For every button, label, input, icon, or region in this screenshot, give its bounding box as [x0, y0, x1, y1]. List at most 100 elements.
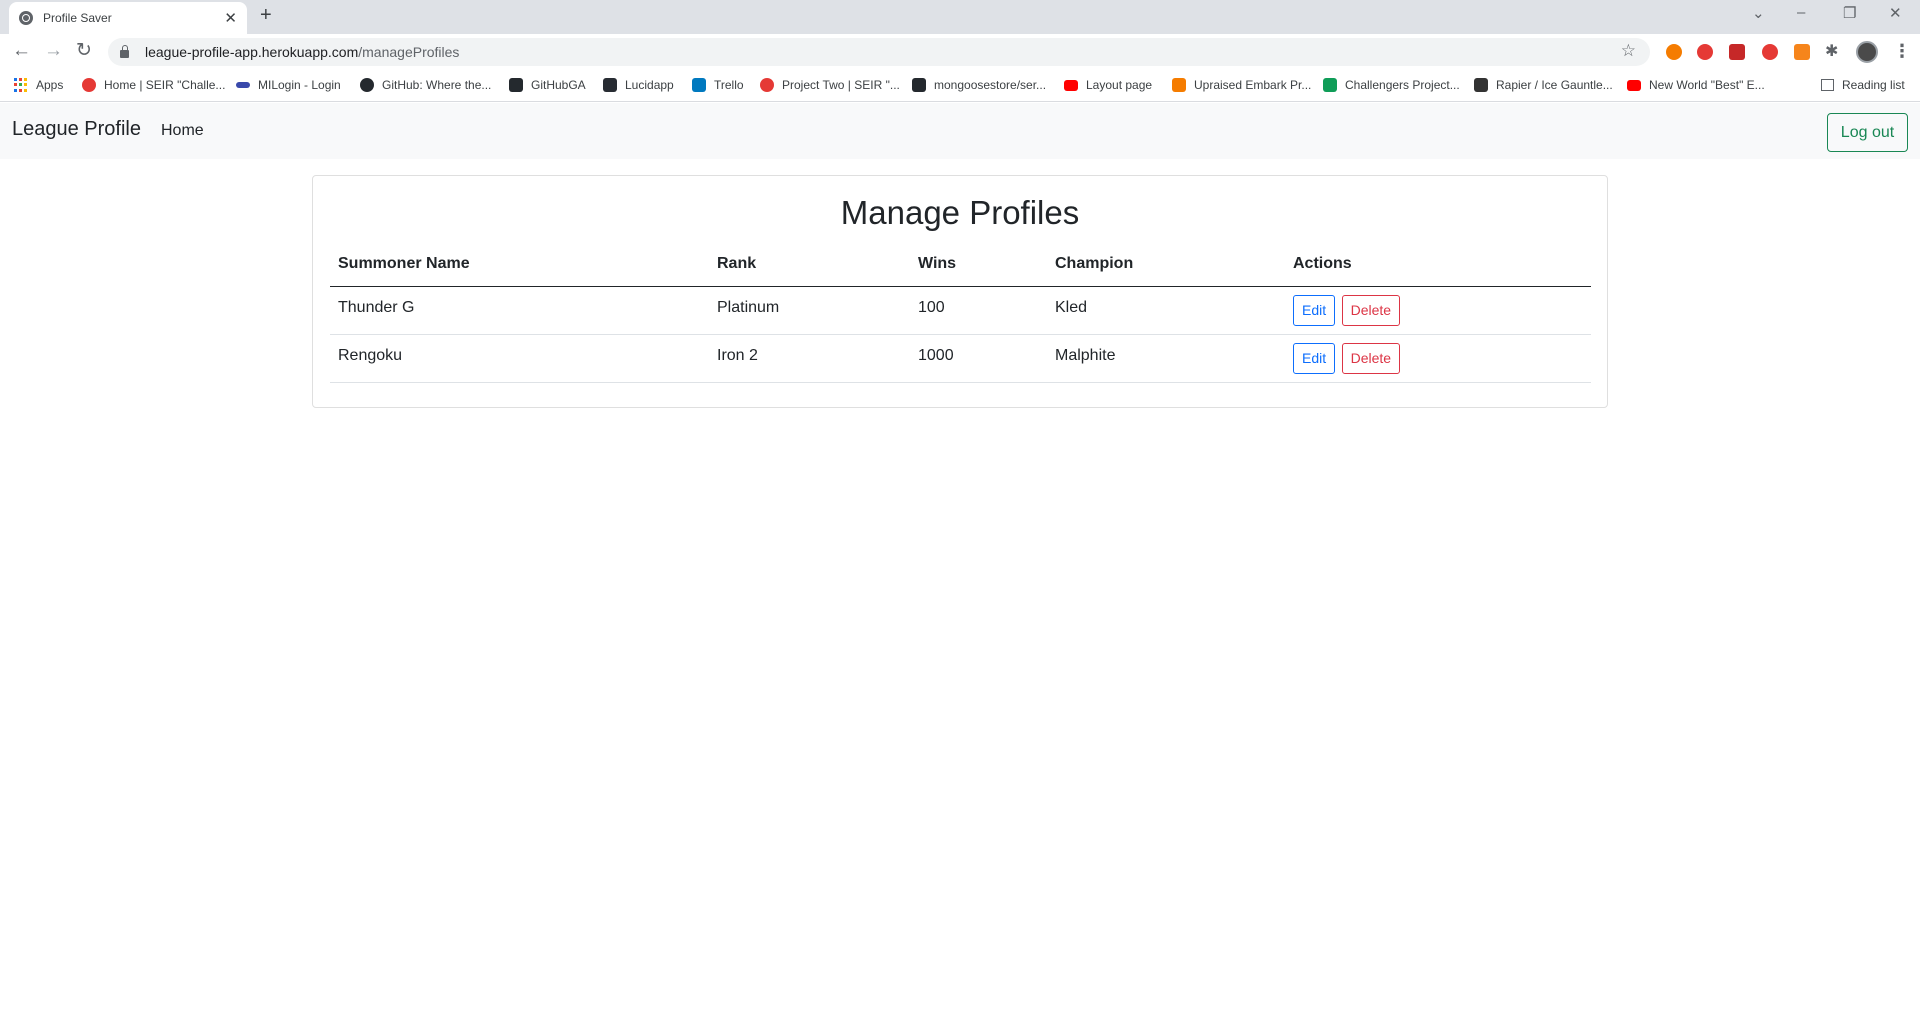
browser-tab[interactable]: Profile Saver ✕ [9, 2, 247, 34]
bookmark-item[interactable]: New World "Best" E... [1627, 78, 1765, 92]
extension-icon-2[interactable] [1697, 44, 1713, 60]
column-header-summoner-name: Summoner Name [330, 244, 709, 287]
bookmark-item[interactable]: mongoosestore/ser... [912, 78, 1046, 92]
bookmarks-bar: Apps Home | SEIR "Challe... MILogin - Lo… [0, 70, 1920, 102]
extensions-puzzle-icon[interactable]: ✱ [1825, 42, 1838, 62]
page-title: Manage Profiles [840, 194, 1080, 231]
sheets-icon [1323, 78, 1337, 92]
bookmark-label: Apps [36, 78, 64, 92]
bookmark-label: Upraised Embark Pr... [1194, 78, 1312, 92]
reload-icon[interactable]: ↻ [76, 41, 92, 61]
delete-button[interactable]: Delete [1341, 294, 1401, 326]
metamask-icon[interactable] [1794, 44, 1810, 60]
lucid-icon [603, 78, 617, 92]
bookmark-label: Project Two | SEIR "... [782, 78, 900, 92]
bookmark-label: mongoosestore/ser... [934, 78, 1047, 92]
back-icon[interactable]: ← [12, 41, 31, 61]
bookmark-favicon-icon [82, 78, 96, 92]
bookmark-star-icon[interactable]: ☆ [1621, 41, 1636, 61]
new-tab-icon[interactable]: + [260, 4, 272, 27]
nav-home-link[interactable]: Home [161, 122, 204, 140]
github-icon [912, 78, 926, 92]
bookmark-item[interactable]: Home | SEIR "Challe... [82, 78, 225, 92]
bookmark-item[interactable]: Lucidapp [603, 78, 674, 92]
browser-menu-icon[interactable]: ⋮ [1893, 41, 1911, 62]
tab-search-icon[interactable]: ⌄ [1752, 4, 1765, 22]
wins-cell: 100 [910, 286, 1047, 335]
profiles-card: Manage Profiles Summoner Name Rank Wins … [312, 175, 1608, 408]
url-host: league-profile-app.herokuapp.com [145, 44, 359, 60]
profile-avatar[interactable] [1856, 41, 1878, 63]
wins-cell: 1000 [910, 334, 1047, 383]
url-path: /manageProfiles [358, 44, 460, 60]
bookmark-favicon-icon [760, 78, 774, 92]
brand-link[interactable]: League Profile [12, 118, 141, 141]
minimize-icon[interactable]: – [1797, 4, 1805, 21]
bookmark-label: Lucidapp [625, 78, 674, 92]
summoner-name-cell: Rengoku [330, 334, 709, 383]
extension-icon-1[interactable] [1666, 44, 1682, 60]
bookmark-label: MILogin - Login [258, 78, 341, 92]
bookmark-item[interactable]: Layout page [1064, 78, 1152, 92]
table-row: Thunder G Platinum 100 Kled Edit Delete [330, 286, 1591, 335]
extension-icon-4[interactable] [1762, 44, 1778, 60]
lock-icon [120, 45, 129, 58]
reading-list-icon [1821, 79, 1834, 91]
bookmark-label: Home | SEIR "Challe... [104, 78, 226, 92]
bookmark-item[interactable]: MILogin - Login [236, 78, 341, 92]
edit-button[interactable]: Edit [1293, 342, 1336, 374]
column-header-champion: Champion [1047, 244, 1285, 287]
forward-icon[interactable]: → [44, 41, 63, 61]
trello-icon [692, 78, 706, 92]
bookmark-item[interactable]: Rapier / Ice Gauntle... [1474, 78, 1613, 92]
bookmark-favicon-icon [1474, 78, 1488, 92]
github-icon [360, 78, 374, 92]
close-window-icon[interactable]: ✕ [1889, 4, 1902, 22]
bookmark-item[interactable]: GitHubGA [509, 78, 586, 92]
github-icon [509, 78, 523, 92]
browser-toolbar: ← → ↻ league-profile-app.herokuapp.com/m… [0, 34, 1920, 70]
browser-tab-strip: Profile Saver ✕ + ⌄ – ❐ ✕ [0, 0, 1920, 34]
tab-title: Profile Saver [43, 11, 112, 25]
edit-button[interactable]: Edit [1293, 294, 1336, 326]
delete-button[interactable]: Delete [1341, 342, 1401, 374]
bookmark-label: Rapier / Ice Gauntle... [1496, 78, 1613, 92]
address-bar[interactable]: league-profile-app.herokuapp.com/manageP… [108, 38, 1650, 66]
tab-close-icon[interactable]: ✕ [224, 9, 237, 27]
column-header-wins: Wins [910, 244, 1047, 287]
bookmark-label: Trello [714, 78, 744, 92]
actions-cell: Edit Delete [1285, 286, 1591, 335]
profiles-table: Summoner Name Rank Wins Champion Actions… [330, 244, 1591, 383]
bookmark-label: GitHub: Where the... [382, 78, 492, 92]
bookmark-label: GitHubGA [531, 78, 586, 92]
bookmark-label: Layout page [1086, 78, 1153, 92]
logout-button[interactable]: Log out [1827, 113, 1908, 152]
champion-cell: Kled [1047, 286, 1285, 335]
bookmark-item[interactable]: Trello [692, 78, 744, 92]
bookmark-item[interactable]: Upraised Embark Pr... [1172, 78, 1311, 92]
bookmark-item[interactable]: Challengers Project... [1323, 78, 1460, 92]
extension-icon-3[interactable] [1729, 44, 1745, 60]
champion-cell: Malphite [1047, 334, 1285, 383]
bookmark-item[interactable]: GitHub: Where the... [360, 78, 491, 92]
rank-cell: Platinum [709, 286, 910, 335]
bookmark-item[interactable]: Project Two | SEIR "... [760, 78, 900, 92]
reading-list[interactable]: Reading list [1821, 78, 1905, 92]
rank-cell: Iron 2 [709, 334, 910, 383]
youtube-icon [1064, 79, 1078, 91]
app-navbar: League Profile Home Log out [0, 103, 1920, 159]
table-row: Rengoku Iron 2 1000 Malphite Edit Delete [330, 334, 1591, 383]
bookmark-favicon-icon [1172, 78, 1186, 92]
key-icon [236, 82, 250, 88]
actions-cell: Edit Delete [1285, 334, 1591, 383]
summoner-name-cell: Thunder G [330, 286, 709, 335]
column-header-actions: Actions [1285, 244, 1591, 287]
reading-list-label: Reading list [1842, 78, 1905, 92]
bookmark-apps[interactable]: Apps [14, 78, 63, 92]
restore-icon[interactable]: ❐ [1843, 4, 1856, 22]
apps-grid-icon [14, 78, 28, 92]
table-header-row: Summoner Name Rank Wins Champion Actions [330, 244, 1591, 287]
globe-icon [19, 11, 33, 25]
column-header-rank: Rank [709, 244, 910, 287]
bookmark-label: Challengers Project... [1345, 78, 1460, 92]
